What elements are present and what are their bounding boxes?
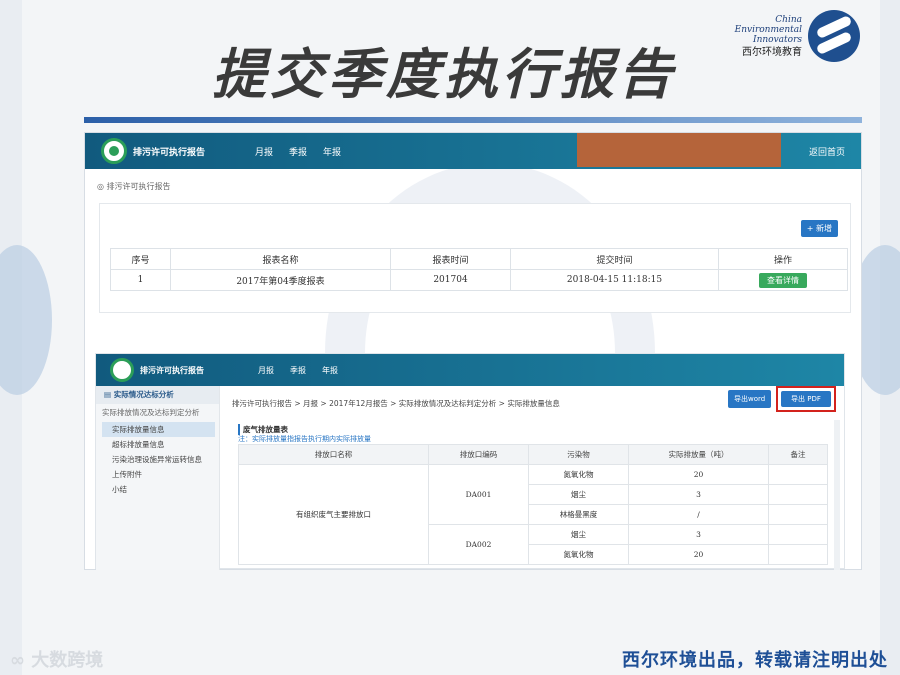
detail-top-nav: 排污许可执行报告 月报 季报 年报 [96, 354, 844, 386]
col-period: 报表时间 [390, 248, 511, 270]
new-button[interactable]: + 新增 [800, 220, 838, 237]
sidebar-item-summary[interactable]: 小结 [96, 482, 219, 497]
detail-screenshot: 排污许可执行报告 月报 季报 年报 ▤ 实际情况达标分析 实际排放情况及达标判定… [95, 353, 845, 570]
col-remark: 备注 [768, 444, 828, 465]
emission-table: 排放口名称 排放口编码 污染物 实际排放量（吨） 备注 有组织废气主要排放口 D… [238, 444, 828, 565]
nav-quarterly[interactable]: 季报 [289, 145, 307, 158]
cell-pollutant: 烟尘 [528, 524, 629, 545]
detail-breadcrumb: 排污许可执行报告 > 月报 > 2017年12月报告 > 实际排放情况及达标判定… [232, 399, 560, 408]
cell-outlet-code: DA002 [428, 524, 529, 565]
cell-action: 查看详情 [718, 269, 848, 291]
export-word-button[interactable]: 导出word [728, 390, 772, 408]
view-details-button[interactable]: 查看详情 [759, 272, 807, 288]
cell-remark [768, 484, 828, 505]
export-pdf-button[interactable]: 导出 PDF [781, 391, 831, 407]
sidebar-sub[interactable]: 实际排放情况及达标判定分析 [96, 404, 219, 422]
slide: 提交季度执行报告 China Environmental Innovators … [0, 0, 900, 675]
footer-logo: ∞ 大数跨境 [10, 650, 104, 671]
footer-left-text: 大数跨境 [31, 650, 104, 671]
cell-remark [768, 464, 828, 485]
scrollbar[interactable] [834, 420, 840, 570]
col-outlet-code: 排放口编码 [428, 444, 529, 465]
breadcrumb: ◎ 排污许可执行报告 [97, 182, 171, 191]
detail-sidebar: ▤ 实际情况达标分析 实际排放情况及达标判定分析 实际排放量信息 超标排放量信息… [96, 386, 220, 570]
col-submitted: 提交时间 [510, 248, 719, 270]
cell-pollutant: 氮氧化物 [528, 544, 629, 565]
screenshot-panel: 排污许可执行报告 月报 季报 年报 返回首页 ◎ 排污许可执行报告 + 新增 序… [84, 132, 862, 570]
footer-credit: 西尔环境出品，转载请注明出处 [622, 650, 888, 671]
table-row: 有组织废气主要排放口 DA001 氮氧化物 20 [238, 464, 828, 565]
cell-pollutant: 烟尘 [528, 484, 629, 505]
sidebar-item-actual-emissions[interactable]: 实际排放量信息 [102, 422, 215, 437]
table-row: 1 2017年第04季度报表 201704 2018-04-15 11:18:1… [110, 269, 848, 291]
cell-outlet-name: 有组织废气主要排放口 [238, 464, 429, 565]
brand-logo-icon [808, 10, 860, 62]
cell-amount: 20 [628, 544, 769, 565]
nav-menu: 月报 季报 年报 [255, 145, 341, 158]
cell-amount: 3 [628, 524, 769, 545]
cell-submitted: 2018-04-15 11:18:15 [510, 269, 719, 291]
section-note: 注：实际排放量指报告执行期内实际排放量 [238, 435, 371, 443]
decorative-arc-left [0, 245, 52, 395]
detail-nav-quarterly[interactable]: 季报 [290, 365, 306, 376]
cell-amount: 3 [628, 484, 769, 505]
cell-pollutant: 氮氧化物 [528, 464, 629, 485]
sidebar-item-excess-emissions[interactable]: 超标排放量信息 [96, 437, 219, 452]
col-amount: 实际排放量（吨） [628, 444, 769, 465]
home-link[interactable]: 返回首页 [809, 145, 845, 158]
cell-amount: / [628, 504, 769, 525]
sidebar-head[interactable]: ▤ 实际情况达标分析 [96, 386, 219, 404]
slide-title: 提交季度执行报告 [212, 43, 676, 106]
col-pollutant: 污染物 [528, 444, 629, 465]
brand-cn: 西尔环境教育 [742, 46, 802, 58]
report-list-card: + 新增 序号 报表名称 报表时间 提交时间 操作 1 2017年第04季度报表 [99, 203, 851, 313]
col-action: 操作 [718, 248, 848, 270]
cell-period: 201704 [390, 269, 511, 291]
col-no: 序号 [110, 248, 171, 270]
sidebar-item-attachments[interactable]: 上传附件 [96, 467, 219, 482]
detail-app-logo-icon [110, 358, 134, 382]
cell-name: 2017年第04季度报表 [170, 269, 391, 291]
detail-content: 排污许可执行报告 > 月报 > 2017年12月报告 > 实际排放情况及达标判定… [226, 386, 840, 570]
col-outlet-name: 排放口名称 [238, 444, 429, 465]
app-name: 排污许可执行报告 [133, 148, 206, 158]
detail-nav-menu: 月报 季报 年报 [258, 365, 338, 376]
title-underline [84, 117, 862, 123]
nav-monthly[interactable]: 月报 [255, 145, 273, 158]
detail-nav-yearly[interactable]: 年报 [322, 365, 338, 376]
brand-line-3: Innovators [753, 34, 802, 45]
detail-app-name: 排污许可执行报告 [140, 366, 204, 375]
cell-remark [768, 524, 828, 545]
cell-pollutant: 林格曼黑度 [528, 504, 629, 525]
sidebar-item-facility-anomaly[interactable]: 污染治理设施异常运转信息 [96, 452, 219, 467]
app-logo-icon [101, 138, 127, 164]
cell-outlet-code: DA001 [428, 464, 529, 525]
cell-amount: 20 [628, 464, 769, 485]
brand: China Environmental Innovators 西尔环境教育 [735, 10, 860, 62]
export-pdf-highlight: 导出 PDF [776, 386, 836, 412]
brand-line-1: China [775, 14, 802, 25]
detail-nav-monthly[interactable]: 月报 [258, 365, 274, 376]
top-nav: 排污许可执行报告 月报 季报 年报 返回首页 [85, 133, 861, 169]
redacted-block [577, 133, 781, 167]
col-name: 报表名称 [170, 248, 391, 270]
cell-remark [768, 504, 828, 525]
brand-line-2: Environmental [734, 24, 802, 35]
cell-no: 1 [110, 269, 171, 291]
cell-remark [768, 544, 828, 565]
sidebar-head-label: 实际情况达标分析 [113, 390, 174, 399]
nav-yearly[interactable]: 年报 [323, 145, 341, 158]
report-table: 序号 报表名称 报表时间 提交时间 操作 1 2017年第04季度报表 2017… [110, 248, 848, 291]
brand-text: China Environmental Innovators 西尔环境教育 [735, 15, 802, 58]
breadcrumb-text: 排污许可执行报告 [106, 182, 171, 191]
